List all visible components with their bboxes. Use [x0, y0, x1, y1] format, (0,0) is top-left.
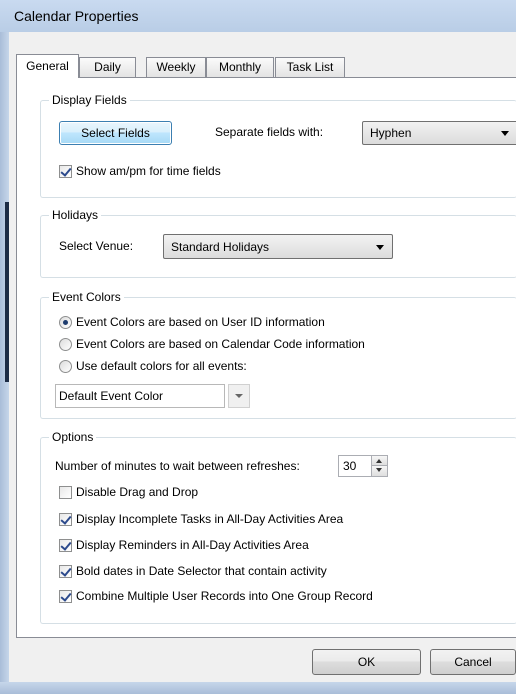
- tab-panel-general: Display Fields Select Fields Separate fi…: [16, 77, 516, 638]
- combine-records-label: Combine Multiple User Records into One G…: [76, 589, 373, 603]
- default-color-value: Default Event Color: [59, 389, 164, 403]
- spin-up-icon[interactable]: [372, 456, 387, 466]
- chevron-down-icon: [501, 131, 509, 136]
- display-fields-group: Display Fields Select Fields Separate fi…: [40, 93, 516, 198]
- tab-weekly[interactable]: Weekly: [146, 57, 206, 77]
- left-frame: [0, 32, 9, 694]
- incomplete-tasks-checkbox[interactable]: [59, 513, 72, 526]
- holidays-legend: Holidays: [49, 208, 102, 222]
- display-fields-legend: Display Fields: [49, 93, 130, 107]
- refresh-label: Number of minutes to wait between refres…: [55, 459, 300, 473]
- ok-button[interactable]: OK: [312, 649, 421, 675]
- disable-drag-drop-label: Disable Drag and Drop: [76, 485, 199, 499]
- spinner-buttons: [371, 456, 387, 476]
- tab-daily[interactable]: Daily: [79, 57, 136, 77]
- separate-fields-label: Separate fields with:: [215, 125, 324, 139]
- disable-drag-drop-checkbox[interactable]: [59, 486, 72, 499]
- event-colors-legend: Event Colors: [49, 290, 124, 304]
- ampm-checkbox[interactable]: [59, 165, 72, 178]
- radio-calendar-code-label: Event Colors are based on Calendar Code …: [76, 337, 365, 351]
- bold-dates-checkbox[interactable]: [59, 565, 72, 578]
- chevron-down-icon: [376, 244, 384, 250]
- tab-general[interactable]: General: [16, 54, 79, 78]
- incomplete-tasks-label: Display Incomplete Tasks in All-Day Acti…: [76, 512, 344, 526]
- bold-dates-label: Bold dates in Date Selector that contain…: [76, 564, 327, 578]
- title-bar[interactable]: Calendar Properties: [0, 0, 516, 32]
- chevron-down-icon: [235, 394, 243, 398]
- refresh-minutes-value: 30: [343, 459, 357, 473]
- options-group: Options Number of minutes to wait betwee…: [40, 430, 516, 624]
- refresh-minutes-spinner[interactable]: 30: [338, 455, 388, 477]
- event-colors-group: Event Colors Event Colors are based on U…: [40, 290, 516, 419]
- spin-down-icon[interactable]: [372, 466, 387, 476]
- ampm-label: Show am/pm for time fields: [76, 164, 221, 178]
- holidays-group: Holidays Select Venue: Standard Holidays: [40, 208, 516, 278]
- venue-value: Standard Holidays: [171, 239, 270, 254]
- venue-label: Select Venue:: [59, 239, 134, 253]
- radio-default-colors-label: Use default colors for all events:: [76, 359, 247, 373]
- tab-task-list[interactable]: Task List: [275, 57, 345, 77]
- radio-default-colors[interactable]: [59, 360, 72, 373]
- select-fields-button[interactable]: Select Fields: [59, 121, 172, 145]
- reminders-checkbox[interactable]: [59, 539, 72, 552]
- radio-user-id-label: Event Colors are based on User ID inform…: [76, 315, 325, 329]
- options-legend: Options: [49, 430, 97, 444]
- combine-records-checkbox[interactable]: [59, 590, 72, 603]
- window-title: Calendar Properties: [14, 8, 139, 24]
- cancel-button[interactable]: Cancel: [430, 649, 516, 675]
- default-color-select[interactable]: Default Event Color: [55, 384, 225, 408]
- dialog-window: Calendar Properties General Daily Weekly…: [0, 0, 516, 694]
- separator-dropdown[interactable]: Hyphen: [362, 121, 516, 145]
- radio-calendar-code[interactable]: [59, 338, 72, 351]
- reminders-label: Display Reminders in All-Day Activities …: [76, 538, 309, 552]
- venue-dropdown[interactable]: Standard Holidays: [163, 234, 393, 259]
- default-color-dropdown-button[interactable]: [228, 384, 250, 408]
- bottom-frame: [0, 682, 516, 694]
- separator-value: Hyphen: [370, 126, 412, 140]
- radio-user-id[interactable]: [59, 316, 72, 329]
- tab-monthly[interactable]: Monthly: [206, 57, 274, 77]
